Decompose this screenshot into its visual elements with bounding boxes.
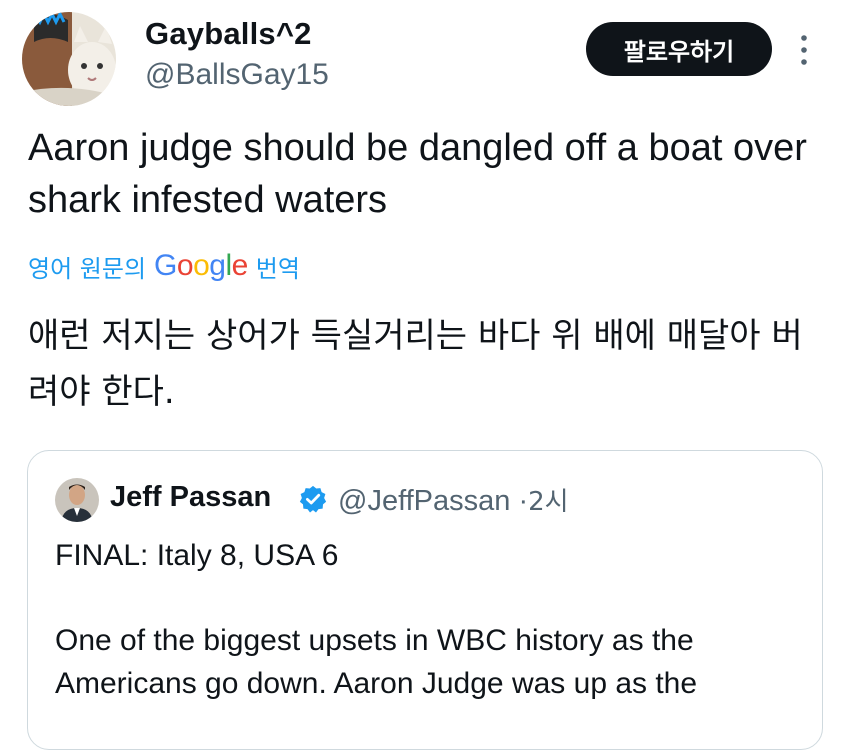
translated-text: 애런 저지는 상어가 득실거리는 바다 위 배에 매달아 버려야 한다. bbox=[28, 316, 803, 412]
author-display-name[interactable]: Gayballs^2 bbox=[145, 16, 312, 52]
quoted-tweet-time[interactable]: 2시 bbox=[528, 487, 568, 517]
more-options-icon[interactable] bbox=[794, 30, 814, 70]
translate-suffix: 번역 bbox=[255, 254, 300, 283]
author-handle[interactable]: @BallsGay15 bbox=[145, 58, 329, 92]
translate-attribution[interactable]: 영어 원문의 Google 번역 bbox=[28, 246, 300, 286]
tweet-text: Aaron judge should be dangled off a boat… bbox=[28, 127, 807, 221]
google-logo: Google bbox=[154, 249, 248, 282]
quoted-tweet-card[interactable]: Jeff Passan @JeffPassan ·2시 FINAL: Italy… bbox=[27, 450, 823, 750]
verified-badge-icon bbox=[298, 484, 328, 514]
translate-prefix: 영어 원문의 bbox=[28, 254, 147, 283]
avatar[interactable] bbox=[22, 12, 116, 106]
quoted-tweet-meta: @JeffPassan ·2시 bbox=[338, 481, 569, 518]
quoted-author-avatar[interactable] bbox=[55, 478, 99, 522]
quoted-tweet-body: One of the biggest upsets in WBC history… bbox=[55, 624, 698, 700]
quoted-author-name[interactable]: Jeff Passan bbox=[110, 481, 271, 514]
meta-separator: · bbox=[518, 485, 529, 517]
follow-button[interactable]: 팔로우하기 bbox=[586, 22, 772, 76]
quoted-tweet-headline: FINAL: Italy 8, USA 6 bbox=[55, 539, 339, 572]
quoted-author-handle[interactable]: @JeffPassan bbox=[338, 485, 510, 517]
